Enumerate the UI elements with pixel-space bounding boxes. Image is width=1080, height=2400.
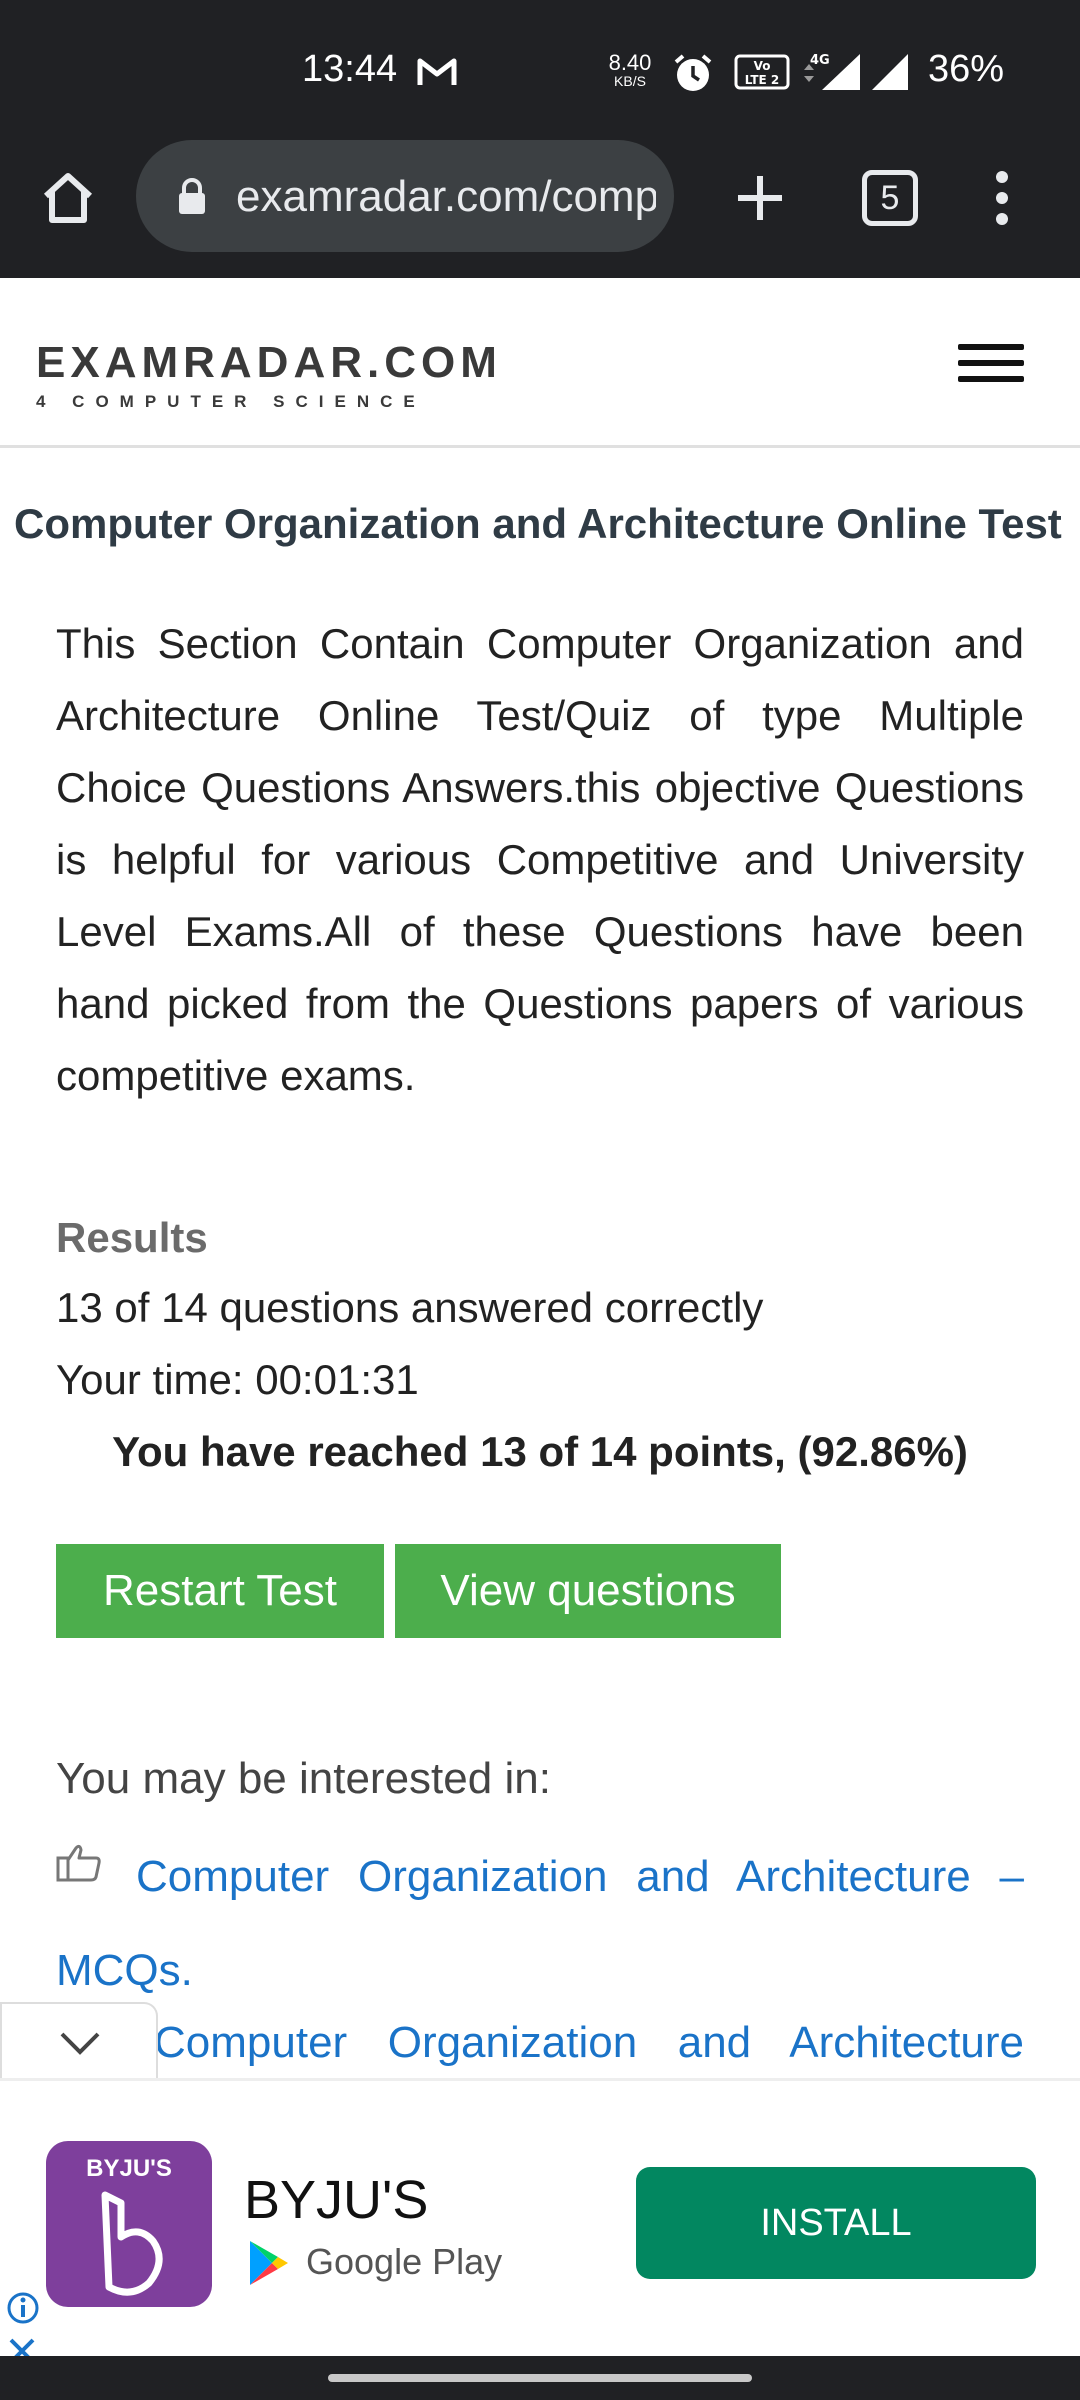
chevron-down-icon <box>60 2032 100 2055</box>
related-link-coa[interactable]: Computer Organization and Architecture <box>56 2018 1024 2072</box>
alarm-icon <box>674 54 712 91</box>
ad-install-button[interactable]: INSTALL <box>636 2167 1036 2279</box>
restart-test-button[interactable]: Restart Test <box>56 1544 384 1638</box>
results-correct-count: 13 of 14 questions answered correctly <box>56 1284 764 1331</box>
home-icon[interactable] <box>38 168 98 228</box>
system-nav-bar <box>0 2356 1080 2400</box>
tabs-icon[interactable]: 5 <box>862 170 918 226</box>
network-speed-unit: KB/S <box>614 73 646 89</box>
results-points: You have reached 13 of 14 points, (92.86… <box>112 1428 968 1475</box>
browser-toolbar: examradar.com/computer-organization-and-… <box>0 140 1080 278</box>
more-menu-icon[interactable] <box>994 170 1010 226</box>
status-time: 13:44 <box>302 48 398 90</box>
related-link-mcqs[interactable]: Computer Organization and Architecture –… <box>56 1830 1024 2018</box>
byjus-b-icon <box>101 2191 163 2296</box>
collapse-ad-button[interactable] <box>0 2002 158 2088</box>
related-heading: You may be interested in: <box>56 1754 551 1803</box>
site-logo-tagline: 4 COMPUTER SCIENCE <box>36 392 426 411</box>
status-bar: 13:44 8.40 KB/S Vo LTE 2 4G 36% <box>0 0 1080 140</box>
network-speed: 8.40 KB/S <box>600 50 660 89</box>
ad-info-icon[interactable] <box>6 2291 40 2325</box>
google-play-label: Google Play <box>306 2241 503 2282</box>
gmail-icon <box>417 58 457 85</box>
volte-icon: Vo LTE 2 <box>734 54 790 90</box>
site-header: EXAMRADAR.COM 4 COMPUTER SCIENCE <box>0 278 1080 448</box>
home-gesture-handle[interactable] <box>328 2374 752 2382</box>
lock-icon <box>179 178 205 214</box>
intro-paragraph: This Section Contain Computer Organizati… <box>56 620 1024 1099</box>
results-heading: Results <box>56 1214 208 1261</box>
ad-app-logo[interactable]: BYJU'S <box>46 2141 212 2307</box>
svg-text:LTE 2: LTE 2 <box>745 73 780 87</box>
svg-text:Vo: Vo <box>754 59 771 73</box>
address-bar[interactable]: examradar.com/computer-organization-and-… <box>136 140 674 252</box>
page-title: Computer Organization and Architecture O… <box>14 500 1062 547</box>
battery-percent: 36% <box>928 48 1005 90</box>
signal-icon <box>872 54 908 90</box>
svg-text:4G: 4G <box>810 53 830 68</box>
ad-banner[interactable]: BYJU'S BYJU'S Google Play INSTALL <box>0 2078 1080 2364</box>
google-play-icon <box>250 2241 288 2285</box>
new-tab-icon[interactable] <box>734 172 786 224</box>
site-logo[interactable]: EXAMRADAR.COM <box>36 338 502 388</box>
results-time: Your time: 00:01:31 <box>56 1356 419 1403</box>
view-questions-button[interactable]: View questions <box>395 1544 781 1638</box>
ad-logo-text: BYJU'S <box>86 2155 172 2182</box>
ad-app-name[interactable]: BYJU'S <box>244 2169 428 2231</box>
hamburger-menu-icon[interactable] <box>958 344 1024 384</box>
signal-4g-icon: 4G <box>804 53 860 90</box>
url-text[interactable]: examradar.com/computer-organization-and-… <box>236 172 656 222</box>
network-speed-value: 8.40 <box>608 50 652 75</box>
